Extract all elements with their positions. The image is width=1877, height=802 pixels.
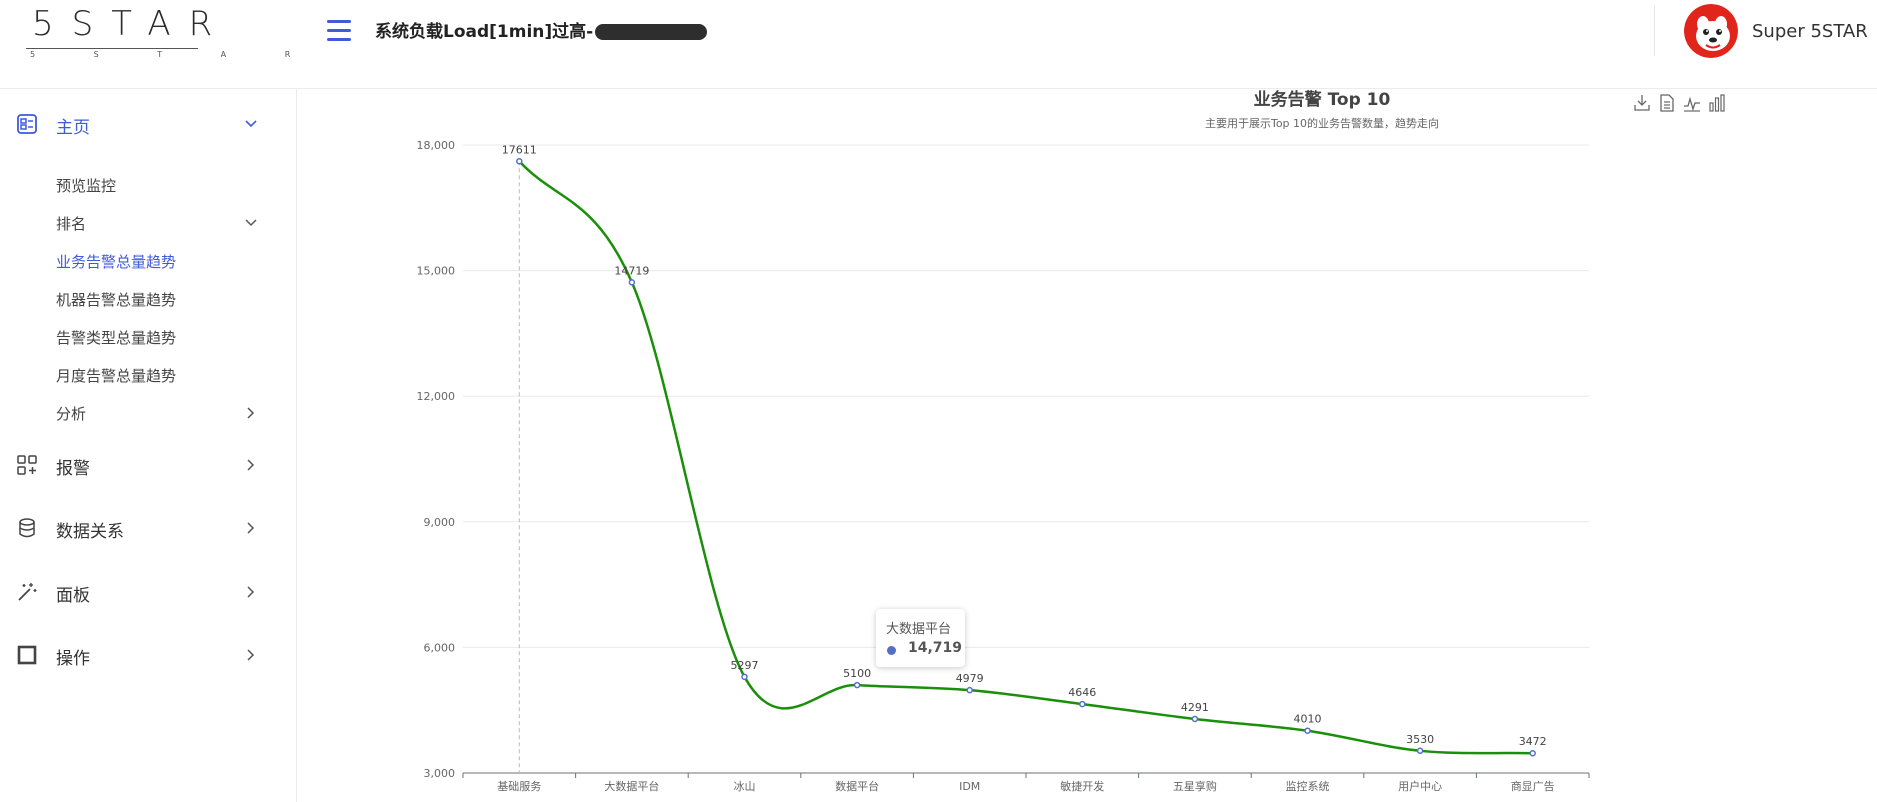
tooltip-value: 14,719 [908, 640, 963, 656]
sidebar-item-label: 面板 [56, 586, 90, 606]
data-point [1191, 715, 1199, 723]
database-icon [19, 518, 35, 538]
y-tick-label: 3,000 [424, 767, 456, 780]
y-tick-label: 9,000 [424, 516, 456, 529]
data-label: 4010 [1294, 713, 1322, 726]
menu-toggle-button[interactable] [327, 20, 351, 42]
data-point [516, 158, 523, 165]
line-chart: 3,000 6,000 9,000 12,000 15,000 18,000 基础服务 大数据… [417, 139, 1590, 793]
data-point [1079, 700, 1086, 708]
sidebar-subitem-preview-monitor[interactable]: 预览监控 [56, 175, 116, 196]
hamburger-bar [327, 29, 351, 32]
chart-panel: 业务告警 Top 10 主要用于展示Top 10的业务告警数量，趋势走向 3,0… [297, 89, 1877, 802]
data-point [1529, 749, 1536, 757]
sidebar-item-panel[interactable]: 面板 [0, 579, 296, 606]
logo-underline [26, 48, 198, 49]
x-tick-label: 冰山 [734, 780, 756, 793]
chevron-down-icon [245, 219, 257, 227]
data-label: 4979 [956, 672, 984, 685]
data-point [853, 681, 861, 689]
sidebar: 主页 预览监控 排名 业务告警总量趋势 机器告警总量趋势 告警类型总量趋势 月度… [0, 89, 297, 802]
sidebar-subitem-machine-alert-trend[interactable]: 机器告警总量趋势 [56, 289, 176, 310]
sidebar-item-data-relations[interactable]: 数据关系 [0, 515, 296, 542]
sidebar-subitem-business-alert-trend[interactable]: 业务告警总量趋势 [56, 251, 176, 272]
hamburger-bar [327, 38, 351, 41]
sidebar-subitem-label: 排名 [56, 215, 87, 233]
tooltip-series-name: 大数据平台 [886, 622, 952, 637]
data-point [628, 279, 636, 286]
series-line [518, 160, 1533, 755]
data-label: 4291 [1181, 701, 1209, 714]
sidebar-subitem-ranking[interactable]: 排名 [56, 213, 266, 234]
sidebar-subitem-alert-type-trend[interactable]: 告警类型总量趋势 [56, 327, 176, 348]
x-tick-label: 五星享购 [1173, 779, 1217, 793]
y-tick-label: 18,000 [417, 139, 456, 152]
sidebar-subitem-analysis[interactable]: 分析 [56, 403, 266, 424]
redacted-block [595, 24, 708, 40]
data-label: 17611 [502, 143, 537, 156]
data-label: 3472 [1519, 735, 1547, 748]
x-tick-label: 大数据平台 [604, 779, 659, 793]
user-avatar[interactable] [1684, 4, 1738, 58]
data-label: 14719 [614, 264, 649, 277]
sidebar-item-label: 数据关系 [56, 522, 124, 542]
alert-banner[interactable]: 系统负载Load[1min]过高- [375, 20, 708, 44]
data-point [1304, 727, 1311, 734]
alert-banner-text: 系统负载Load[1min]过高- [375, 22, 594, 42]
sidebar-item-label: 主页 [56, 118, 90, 138]
y-tick-label: 12,000 [417, 390, 456, 403]
chevron-right-icon [247, 649, 255, 661]
x-tick-label: IDM [959, 780, 980, 793]
user-name[interactable]: Super 5STAR [1752, 20, 1868, 44]
tooltip-marker [887, 646, 896, 655]
sidebar-subitem-monthly-alert-trend[interactable]: 月度告警总量趋势 [56, 365, 176, 386]
chevron-right-icon [247, 459, 255, 471]
logo-text: 5STAR [32, 4, 231, 44]
chevron-right-icon [247, 586, 255, 598]
sidebar-item-operations[interactable]: 操作 [0, 642, 296, 669]
hamburger-bar [327, 20, 351, 23]
x-tick-label: 商显广告 [1511, 779, 1555, 793]
x-tick-label: 基础服务 [497, 780, 541, 793]
sidebar-item-alarm[interactable]: 报警 [0, 452, 296, 479]
data-label: 4646 [1068, 686, 1096, 699]
square-icon [17, 645, 37, 665]
data-point [966, 686, 973, 694]
logo[interactable]: 5STAR 5 S T A R [26, 4, 290, 60]
y-tick-label: 6,000 [424, 641, 456, 654]
avatar-mascot-icon [1684, 4, 1738, 58]
chevron-right-icon [247, 407, 255, 419]
sidebar-item-label: 操作 [56, 649, 90, 669]
x-tick-label: 敏捷开发 [1060, 779, 1104, 793]
sidebar-item-home[interactable]: 主页 [0, 111, 296, 138]
data-label: 3530 [1406, 733, 1434, 746]
data-label: 5297 [731, 659, 759, 672]
wand-icon [18, 583, 37, 601]
data-point [1416, 747, 1424, 755]
apps-add-icon [17, 455, 37, 475]
y-tick-label: 15,000 [417, 265, 456, 278]
chevron-right-icon [247, 522, 255, 534]
sidebar-subitem-label: 分析 [56, 405, 87, 423]
data-label: 5100 [843, 667, 871, 680]
chevron-down-icon [245, 120, 257, 128]
sidebar-item-label: 报警 [56, 459, 90, 479]
dashboard-icon [17, 114, 37, 134]
data-point [741, 673, 748, 681]
x-tick-label: 监控系统 [1286, 779, 1330, 793]
x-tick-label: 用户中心 [1398, 779, 1442, 793]
logo-subtext: 5 S T A R [30, 50, 319, 59]
chart-tooltip: 大数据平台 14,719 [876, 609, 965, 667]
x-tick-label: 数据平台 [835, 779, 879, 793]
top-header: 5STAR 5 S T A R 系统负载Load[1min]过高- Super … [0, 0, 1877, 89]
header-divider [1654, 6, 1655, 56]
